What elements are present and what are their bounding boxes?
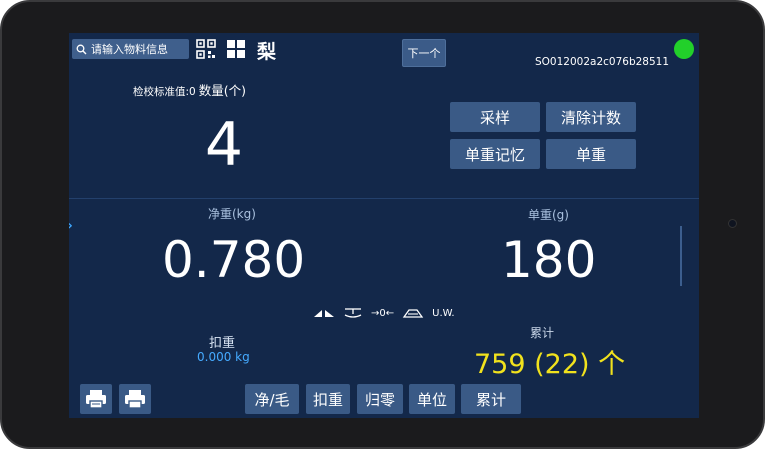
grid-view-icon[interactable]: [226, 39, 246, 59]
section-divider: [69, 198, 699, 199]
calibration-standard: 检校标准值:0: [133, 86, 196, 98]
connection-status-indicator: [674, 39, 694, 59]
zero-indicator: →0←: [371, 307, 395, 319]
material-search-button[interactable]: 请输入物料信息: [72, 39, 189, 59]
calibration-label: 检校标准值:0 数量(个): [133, 80, 246, 99]
product-name: 梨: [257, 41, 277, 63]
print-button[interactable]: [119, 384, 151, 414]
printer-icon: [125, 390, 145, 409]
tare-label: 扣重: [209, 336, 236, 351]
unit-weight-button[interactable]: 单重: [546, 139, 636, 169]
printer-label-icon: [86, 390, 106, 409]
tare-value: 0.000 kg: [197, 350, 250, 364]
stable-icon: [314, 310, 334, 317]
chevron-right-icon[interactable]: ›: [69, 215, 73, 236]
next-button[interactable]: 下一个: [402, 39, 446, 67]
count-value: 4: [204, 110, 244, 180]
unit-weight-indicator: U.W.: [432, 307, 455, 319]
unit-weight-memory-button[interactable]: 单重记忆: [450, 139, 540, 169]
tare-button[interactable]: 扣重: [306, 384, 350, 414]
quantity-unit-label: 数量(个): [198, 83, 246, 98]
scrollbar[interactable]: [680, 226, 682, 286]
scale-platform-icon: [402, 309, 424, 318]
net-gross-button[interactable]: 净/毛: [245, 384, 299, 414]
net-weight-label: 净重(kg): [208, 207, 256, 221]
tablet-frame: 请输入物料信息 梨 下一个 SO012002a2c076b28511 检校标准值…: [0, 0, 765, 449]
accumulate-button[interactable]: 累计: [461, 384, 521, 414]
front-camera: [728, 219, 737, 228]
unit-button[interactable]: 单位: [409, 384, 455, 414]
qr-code-icon[interactable]: [196, 39, 216, 59]
status-indicators: →0← U.W.: [313, 306, 455, 320]
clear-count-button[interactable]: 清除计数: [546, 102, 636, 132]
print-label-button[interactable]: [80, 384, 112, 414]
tare-icon: [344, 308, 362, 318]
search-icon: [76, 44, 87, 54]
net-weight-value: 0.780: [162, 231, 306, 289]
sample-button[interactable]: 采样: [450, 102, 540, 132]
unit-weight-value: 180: [501, 231, 597, 289]
app-screen: 请输入物料信息 梨 下一个 SO012002a2c076b28511 检校标准值…: [69, 33, 699, 418]
zero-button[interactable]: 归零: [357, 384, 403, 414]
device-serial: SO012002a2c076b28511: [535, 56, 670, 68]
search-label: 请输入物料信息: [91, 43, 168, 56]
accumulate-value: 759 (22) 个: [474, 349, 626, 380]
accumulate-label: 累计: [530, 326, 555, 340]
unit-weight-label: 单重(g): [528, 208, 569, 222]
